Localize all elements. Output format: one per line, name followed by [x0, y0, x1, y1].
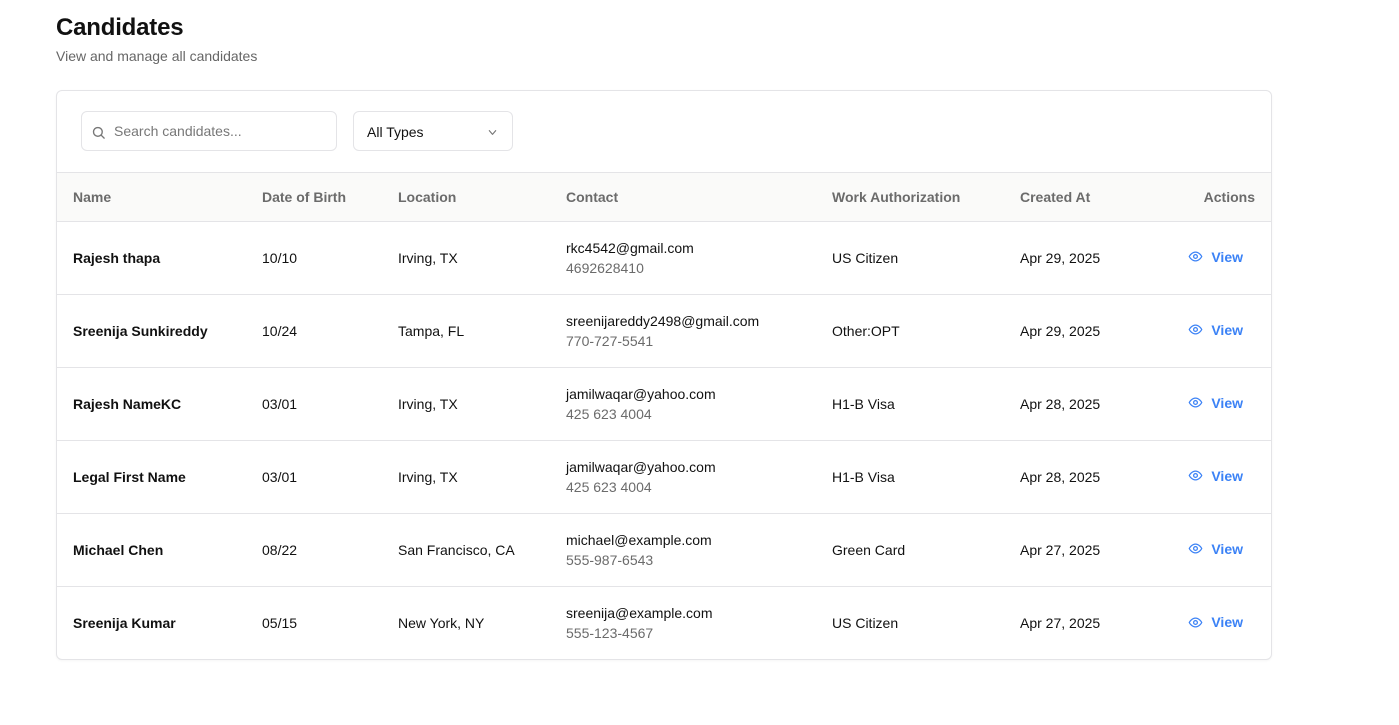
candidate-created-at: Apr 29, 2025 [1020, 323, 1101, 339]
eye-icon [1188, 324, 1203, 335]
candidate-dob: 10/24 [262, 323, 298, 339]
candidate-phone: 555-123-4567 [566, 625, 654, 642]
view-button[interactable]: View [1188, 322, 1243, 338]
candidate-name: Rajesh NameKC [73, 396, 182, 412]
column-header-contact[interactable]: Contact [566, 172, 832, 222]
candidate-contact: sreenija@example.com 555-123-4567 [566, 587, 832, 660]
candidate-dob: 05/15 [262, 615, 298, 632]
candidate-work-authorization: Other:OPT [832, 323, 900, 339]
eye-icon [1188, 470, 1203, 481]
view-button[interactable]: View [1188, 614, 1243, 630]
eye-icon [1188, 251, 1203, 262]
page-title: Candidates [56, 14, 184, 41]
candidate-contact: rkc4542@gmail.com 4692628410 [566, 222, 832, 295]
candidate-email: rkc4542@gmail.com [566, 240, 694, 256]
candidate-phone: 425 623 4004 [566, 479, 652, 495]
candidate-name: Sreenija Sunkireddy [73, 323, 208, 339]
view-button-label: View [1211, 248, 1243, 265]
candidate-created-at: Apr 28, 2025 [1020, 469, 1101, 485]
candidate-actions: View [1160, 514, 1271, 587]
candidate-actions: View [1160, 587, 1271, 660]
candidate-dob: 08/22 [262, 542, 298, 558]
candidate-work-authorization: H1-B Visa [832, 469, 895, 485]
table-row: Sreenija Kumar 05/15 New York, NY sreeni… [57, 587, 1271, 660]
candidate-actions: View [1160, 441, 1271, 514]
type-filter-select[interactable]: All Types [353, 111, 513, 151]
toolbar: All Types [57, 91, 1271, 172]
column-header-location[interactable]: Location [398, 172, 566, 222]
candidate-name: Rajesh thapa [73, 250, 161, 266]
candidate-phone: 770-727-5541 [566, 333, 654, 349]
view-button[interactable]: View [1188, 395, 1243, 411]
table-row: Rajesh thapa 10/10 Irving, TX rkc4542@gm… [57, 222, 1271, 295]
candidate-actions: View [1160, 368, 1271, 441]
candidate-name: Sreenija Kumar [73, 615, 176, 632]
column-header-created-at[interactable]: Created At [1020, 172, 1160, 222]
view-button-label: View [1211, 321, 1243, 338]
eye-icon [1188, 617, 1203, 627]
candidate-work-authorization: Green Card [832, 542, 906, 558]
candidate-dob: 10/10 [262, 250, 298, 266]
candidate-email: michael@example.com [566, 532, 712, 548]
column-header-name[interactable]: Name [57, 172, 262, 222]
candidate-location: San Francisco, CA [398, 542, 515, 558]
view-button-label: View [1211, 467, 1243, 484]
candidate-dob: 03/01 [262, 469, 298, 485]
candidate-email: jamilwaqar@yahoo.com [566, 459, 716, 475]
column-header-work-authorization[interactable]: Work Authorization [832, 172, 1020, 222]
candidate-location: Tampa, FL [398, 323, 465, 339]
search-icon [92, 126, 105, 139]
candidate-created-at: Apr 27, 2025 [1020, 542, 1101, 558]
candidate-created-at: Apr 27, 2025 [1020, 615, 1101, 632]
candidate-contact: jamilwaqar@yahoo.com 425 623 4004 [566, 368, 832, 441]
type-filter-value: All Types [367, 124, 424, 140]
column-header-actions: Actions [1160, 172, 1271, 222]
candidate-location: Irving, TX [398, 396, 458, 412]
search-box[interactable] [81, 111, 337, 151]
candidate-phone: 425 623 4004 [566, 406, 652, 422]
table-row: Rajesh NameKC 03/01 Irving, TX jamilwaqa… [57, 368, 1271, 441]
candidate-location: New York, NY [398, 615, 485, 632]
candidate-contact: jamilwaqar@yahoo.com 425 623 4004 [566, 441, 832, 514]
candidate-email: sreenijareddy2498@gmail.com [566, 313, 760, 329]
candidate-email: jamilwaqar@yahoo.com [566, 386, 716, 402]
candidates-table: Name Date of Birth Location Contact Work… [57, 172, 1271, 660]
candidate-created-at: Apr 28, 2025 [1020, 396, 1101, 412]
candidate-location: Irving, TX [398, 469, 458, 485]
candidate-location: Irving, TX [398, 250, 458, 266]
table-row: Michael Chen 08/22 San Francisco, CA mic… [57, 514, 1271, 587]
candidate-phone: 4692628410 [566, 260, 644, 276]
candidate-work-authorization: US Citizen [832, 250, 899, 266]
candidate-contact: michael@example.com 555-987-6543 [566, 514, 832, 587]
column-header-dob[interactable]: Date of Birth [262, 172, 398, 222]
candidate-actions: View [1160, 222, 1271, 295]
view-button-label: View [1211, 540, 1243, 557]
view-button[interactable]: View [1188, 541, 1243, 557]
search-input[interactable] [114, 112, 330, 150]
candidate-actions: View [1160, 295, 1271, 368]
candidate-phone: 555-987-6543 [566, 552, 654, 568]
candidate-name: Legal First Name [73, 469, 186, 485]
page-subtitle: View and manage all candidates [56, 48, 258, 64]
view-button-label: View [1211, 614, 1243, 630]
candidate-email: sreenija@example.com [566, 605, 713, 622]
candidates-card: All Types Name Date of Birth Location Co… [56, 90, 1272, 660]
candidate-work-authorization: H1-B Visa [832, 396, 895, 412]
candidate-name: Michael Chen [73, 542, 164, 558]
view-button[interactable]: View [1188, 468, 1243, 484]
candidate-created-at: Apr 29, 2025 [1020, 250, 1101, 266]
view-button-label: View [1211, 394, 1243, 411]
eye-icon [1188, 397, 1203, 408]
candidate-work-authorization: US Citizen [832, 615, 899, 632]
table-row: Sreenija Sunkireddy 10/24 Tampa, FL sree… [57, 295, 1271, 368]
candidate-dob: 03/01 [262, 396, 298, 412]
table-row: Legal First Name 03/01 Irving, TX jamilw… [57, 441, 1271, 514]
candidate-contact: sreenijareddy2498@gmail.com 770-727-5541 [566, 295, 832, 368]
table-header-row: Name Date of Birth Location Contact Work… [57, 172, 1271, 222]
view-button[interactable]: View [1188, 249, 1243, 265]
chevron-down-icon [488, 130, 497, 135]
eye-icon [1188, 543, 1203, 554]
